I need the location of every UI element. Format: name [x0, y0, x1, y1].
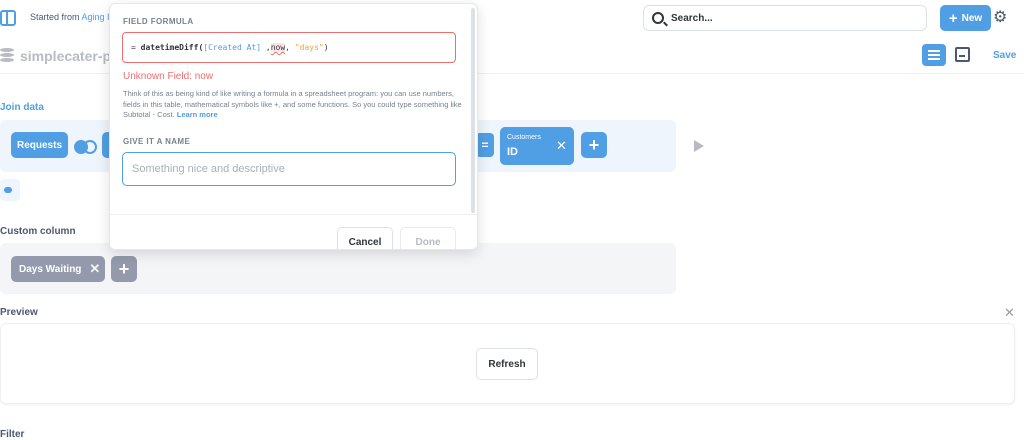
join-type-icon[interactable] — [74, 140, 98, 154]
started-from-text: Started from Aging I — [30, 12, 110, 22]
notebook-view-toggle-icon[interactable] — [922, 44, 946, 66]
formula-field: [Created At] — [203, 43, 262, 52]
column-name-input[interactable] — [122, 152, 456, 186]
join-right-column-name: ID — [507, 146, 518, 158]
gear-icon[interactable]: ⚙ — [993, 10, 1007, 26]
started-from-prefix: Started from — [30, 12, 82, 22]
join-right-table-name: Customers — [507, 134, 541, 141]
join-left-table-pill[interactable]: Requests — [11, 132, 68, 158]
formula-help-body: Think of this as being kind of like writ… — [123, 89, 462, 119]
formula-error-message: Unknown Field: now — [123, 71, 214, 82]
plus-icon: + — [948, 9, 958, 27]
custom-expression-popover: FIELD FORMULA = datetimeDiff([Created At… — [109, 3, 478, 250]
popover-divider — [110, 214, 477, 215]
join-data-label: Join data — [0, 102, 44, 113]
join-equals-operator[interactable]: = — [476, 133, 494, 157]
started-from-link[interactable]: Aging I — [82, 12, 110, 22]
play-icon[interactable] — [694, 140, 704, 152]
done-button[interactable]: Done — [400, 227, 456, 249]
save-button[interactable]: Save — [993, 50, 1016, 61]
formula-unknown-token: now — [270, 43, 286, 52]
field-formula-label: FIELD FORMULA — [123, 17, 194, 26]
new-button-label: New — [961, 12, 983, 24]
join-left-table-label: Requests — [16, 139, 62, 151]
database-icon — [0, 48, 14, 63]
add-custom-column-button[interactable]: + — [111, 256, 137, 282]
preview-label: Preview — [0, 307, 38, 318]
add-join-condition-button[interactable]: + — [581, 132, 607, 158]
custom-column-label: Custom column — [0, 226, 76, 237]
refresh-button[interactable]: Refresh — [476, 348, 538, 380]
filter-label: Filter — [0, 429, 25, 440]
give-it-a-name-label: GIVE IT A NAME — [123, 137, 191, 146]
formula-help-text: Think of this as being kind of like writ… — [123, 89, 463, 121]
join-right-column-pill[interactable]: Customers ID ✕ — [500, 127, 574, 165]
formula-prefix: = — [131, 43, 141, 52]
search-bar[interactable]: Search... — [643, 5, 927, 31]
formula-editor[interactable]: = datetimeDiff([Created At] , now, "days"… — [122, 32, 456, 63]
formula-close: ) — [323, 43, 329, 52]
close-icon[interactable]: ✕ — [89, 261, 100, 277]
sidebar-toggle-icon[interactable] — [0, 10, 16, 26]
search-icon — [652, 12, 664, 24]
close-icon[interactable]: ✕ — [556, 138, 567, 154]
join-toggle-icon[interactable] — [0, 179, 20, 201]
custom-column-pill[interactable]: Days Waiting ✕ — [11, 256, 105, 282]
formula-sep-1: , — [261, 43, 271, 52]
popover-scrollbar[interactable] — [471, 8, 475, 213]
formula-function: datetimeDiff( — [140, 43, 204, 52]
learn-more-link[interactable]: Learn more — [177, 110, 218, 119]
cancel-button[interactable]: Cancel — [337, 227, 393, 249]
custom-column-name: Days Waiting — [19, 263, 82, 275]
search-placeholder: Search... — [671, 13, 713, 24]
formula-sep-2: , — [285, 43, 295, 52]
question-title[interactable]: simplecater-p — [20, 48, 111, 64]
sql-view-toggle-icon[interactable] — [955, 47, 970, 62]
close-preview-icon[interactable]: ✕ — [1004, 305, 1015, 321]
new-button[interactable]: + New — [940, 5, 991, 31]
formula-string: "days" — [294, 43, 324, 52]
